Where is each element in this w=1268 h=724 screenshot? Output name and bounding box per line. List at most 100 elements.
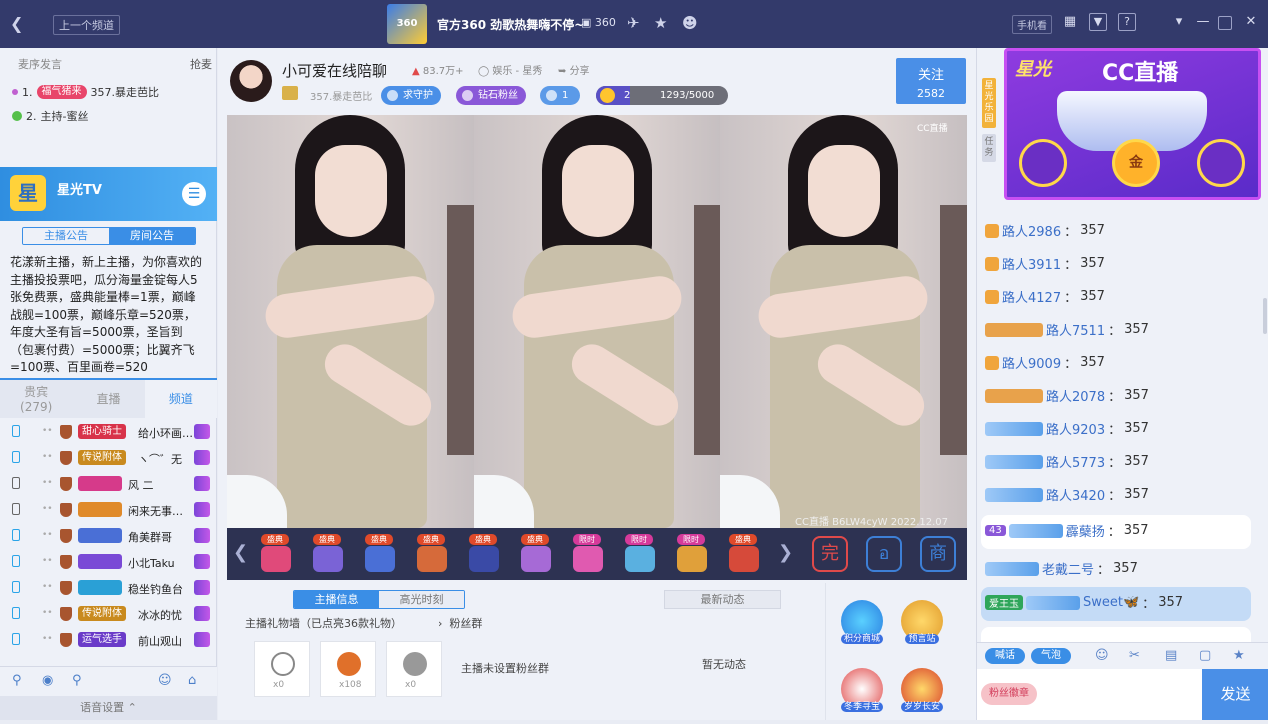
settings-icon[interactable]: ★ [1233,648,1245,663]
emoji-icon[interactable]: ☺ [158,673,172,688]
anchor-avatar[interactable] [230,60,272,102]
tab-anchor-notice[interactable]: 主播公告 [23,228,109,244]
category[interactable]: ◯ 娱乐 - 星秀 [478,62,542,77]
chat-message[interactable]: 路人9203： 357 [985,419,1149,438]
guard-button[interactable]: 求守护 [381,86,441,105]
viewer-row[interactable]: •• 运气选手 前山观山 [0,628,214,654]
gift-wall-item[interactable]: x0 [386,641,442,697]
viewer-row[interactable]: •• 传说附体 ヽ⌒゛无 [0,446,214,472]
gift-wall-item[interactable]: x0 [254,641,310,697]
prophecy-label: 预言站 [905,634,939,644]
viewer-row[interactable]: •• 传说附体 冰冰的忧 [0,602,214,628]
back-arrow-icon[interactable]: ❮ [10,14,23,33]
queue-row[interactable]: 2. 主持-蜜丝 [12,108,88,124]
chat-message[interactable]: 路人3420： 357 [985,485,1149,504]
grid-icon[interactable]: ▦ [1061,13,1079,31]
fans-group-title[interactable]: › 粉丝群 [438,615,482,631]
chat-message[interactable]: 路人2986： 357 [985,221,1105,240]
send-button[interactable]: 发送 [1202,669,1268,720]
home-icon[interactable]: ⌂ [188,673,196,688]
gift-item[interactable]: 盛典 [463,534,503,574]
friends-icon[interactable]: ☻ [682,14,698,32]
viewer-row[interactable]: •• 风 二 [0,472,214,498]
gift-wall-item[interactable]: x108 [320,641,376,697]
image-icon[interactable]: ▤ [1165,648,1177,663]
plane-icon[interactable]: ✈ [627,14,640,32]
help-icon[interactable]: ? [1118,13,1136,31]
palette-icon[interactable]: ◉ [42,673,53,688]
gift-item[interactable]: 盛典 [255,534,295,574]
follow-button[interactable]: 关注 2582 [896,58,966,104]
changan-button[interactable]: 岁岁长安 [898,668,946,724]
emoji-icon[interactable]: ☺ [1095,648,1109,663]
chat-message[interactable]: 老戴二号： 357 [985,559,1138,578]
folder-icon[interactable]: ▢ [1199,648,1211,663]
gift-item[interactable]: 限时 [619,534,659,574]
search-icon[interactable]: ⚲ [72,673,82,688]
tab-task[interactable]: 任务 [982,134,996,162]
dropdown-icon[interactable]: ▾ [1170,13,1188,31]
tab-room-notice[interactable]: 房间公告 [109,228,195,244]
viewer-row[interactable]: •• 闲来无事… [0,498,214,524]
gift-item[interactable]: 盛典 [515,534,555,574]
viewer-row[interactable]: •• 甜心骑士 给小环画… [0,420,214,446]
tab-star-park[interactable]: 星光乐园 [982,78,996,128]
chat-message[interactable]: 路人4127： 357 [985,287,1105,306]
bubble-button[interactable]: 气泡 [1031,648,1071,664]
chat-message[interactable]: 路人3911： 357 [985,254,1105,273]
winter-hunt-button[interactable]: 冬季寻宝 [838,668,886,724]
notice-icon[interactable]: ▼ [1089,13,1107,31]
mic-queue-title: 麦序发言 [18,58,62,71]
scissors-icon[interactable]: ✂ [1129,648,1140,663]
share-button[interactable]: ➥ 分享 [558,62,590,77]
phone-watch-button[interactable]: 手机看 [1012,15,1052,34]
fans-count-chip[interactable]: 1 [540,86,581,105]
tab-highlights[interactable]: 高光时刻 [379,591,464,608]
promo-banner[interactable]: 星光 CC直播 金 [1004,48,1261,200]
viewer-row[interactable]: •• 角美群哥 [0,524,214,550]
chat-message[interactable]: 43 霹蘖扬： 357 [985,521,1149,540]
maximize-icon[interactable] [1218,16,1232,30]
latest-news-tab[interactable]: 最新动态 [664,590,781,609]
gift-next-icon[interactable]: ❯ [778,542,793,563]
shop-icon[interactable]: 商 [920,536,956,572]
tab-channel[interactable]: 频道 [144,380,217,418]
voice-settings-button[interactable]: 语音设置 ⌃ [0,696,217,720]
package-icon[interactable]: อ [866,536,902,572]
chat-input[interactable]: 粉丝徽章 [977,669,1202,720]
viewer-row[interactable]: •• 稳坐钓鱼台 [0,576,214,602]
close-icon[interactable]: ✕ [1242,13,1260,31]
prophecy-button[interactable]: 预言站 [898,600,946,656]
shout-button[interactable]: 喊话 [985,648,1025,664]
prev-channel-button[interactable]: 上一个频道 [53,15,120,35]
tab-anchor-info[interactable]: 主播信息 [294,591,379,608]
chat-message[interactable]: 路人9009： 357 [985,353,1105,372]
gift-item[interactable]: 盛典 [359,534,399,574]
gift-item[interactable]: 限时 [567,534,607,574]
grab-mic-button[interactable]: 抢麦 [190,56,212,72]
chat-message[interactable]: 路人7511： 357 [985,320,1149,339]
complete-icon[interactable]: 完 [812,536,848,572]
gift-item[interactable]: 限时 [671,534,711,574]
gift-item[interactable]: 盛典 [307,534,347,574]
chat-scrollbar[interactable] [1263,298,1267,334]
chat-message[interactable]: 爱王玉 Sweet🦋： 357 [985,593,1183,612]
tab-vip[interactable]: 贵宾 (279) [0,380,72,418]
menu-icon[interactable]: ☰ [182,182,206,206]
minimize-icon[interactable]: — [1194,13,1212,31]
viewer-row[interactable]: •• 小北Taku [0,550,214,576]
queue-row[interactable]: 1. 福气猪来 357.暴走芭比 [12,84,159,100]
chat-message[interactable]: 路人5773： 357 [985,452,1149,471]
gift-item[interactable]: 盛典 [411,534,451,574]
star-icon[interactable]: ★ [654,14,667,32]
video-player[interactable]: CC直播 CC直播 B6LW4cyW 2022.12.07 [227,115,967,528]
diamond-fans-button[interactable]: 钻石粉丝 [456,86,526,105]
points-mall-button[interactable]: 积分商城 [838,600,886,656]
gift-item[interactable]: 盛典 [723,534,763,574]
location-icon[interactable]: ⚲ [12,673,22,688]
gift-prev-icon[interactable]: ❮ [233,542,248,563]
chat-message[interactable]: 路人2078： 357 [985,386,1149,405]
star-tv-banner[interactable]: 星 星光TV ☰ [0,167,217,221]
fan-badge-tag[interactable]: 粉丝徽章 [981,683,1037,705]
tab-live[interactable]: 直播 [72,380,144,418]
